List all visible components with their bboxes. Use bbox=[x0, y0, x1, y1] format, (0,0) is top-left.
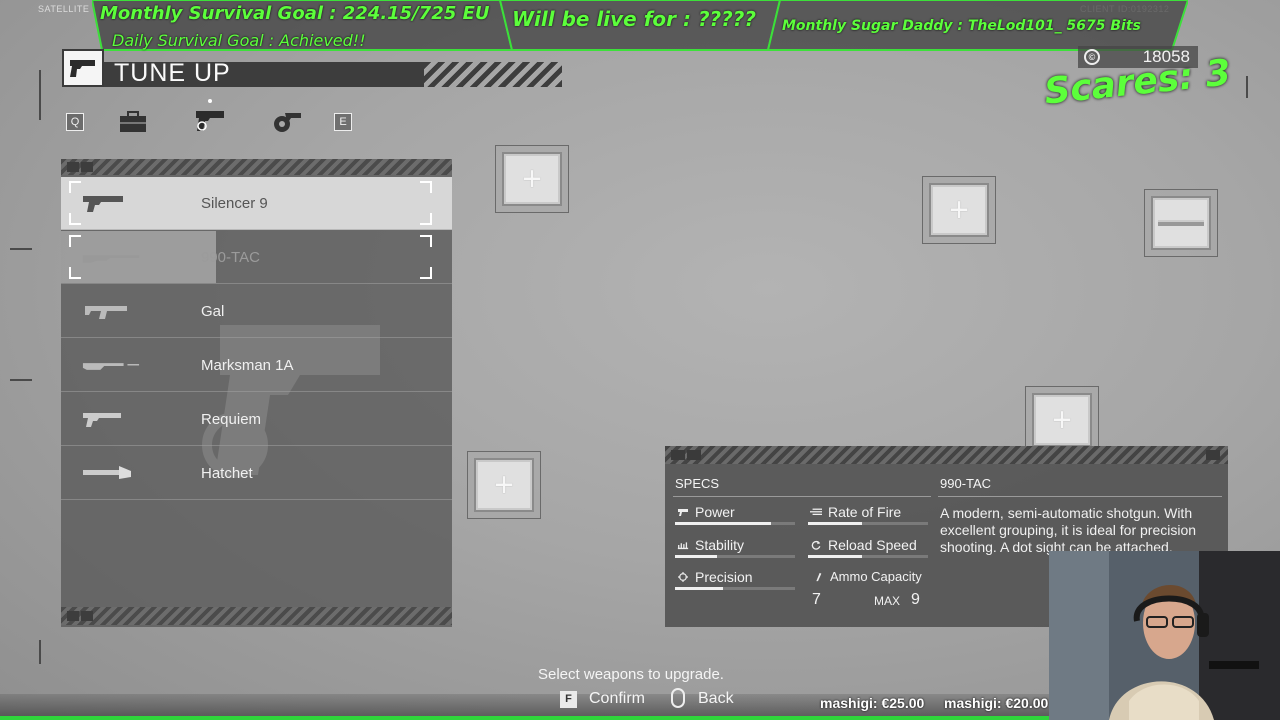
weapon-description: A modern, semi-automatic shotgun. With e… bbox=[940, 505, 1197, 555]
weapon-name: Requiem bbox=[201, 410, 262, 428]
add-slot-icon: + bbox=[1052, 400, 1072, 439]
daily-goal-text: Daily Survival Goal : Achieved!! bbox=[112, 31, 366, 50]
webcam-feed bbox=[1049, 551, 1280, 720]
next-tab-key[interactable]: E bbox=[334, 113, 352, 131]
satellite-label: SATELLITE bbox=[38, 4, 90, 14]
side-decoration bbox=[1246, 76, 1248, 98]
specs-weapon-name: 990-TAC bbox=[940, 476, 992, 491]
weapon-list-bottom-hatch bbox=[61, 607, 452, 625]
ammo-capacity-value: 7 bbox=[812, 591, 821, 608]
weapon-row-marksman-1a[interactable]: Marksman 1A bbox=[61, 339, 452, 392]
back-button[interactable]: Back bbox=[698, 690, 734, 708]
ammo-capacity-stat: Ammo Capacity bbox=[812, 569, 922, 584]
rate-of-fire-stat: Rate of Fire bbox=[810, 504, 901, 520]
header-hatch bbox=[424, 62, 562, 87]
requiem-thumbnail-icon bbox=[81, 409, 141, 429]
specs-divider bbox=[673, 496, 931, 497]
attachment-slot-filled[interactable] bbox=[1144, 189, 1218, 257]
confirm-button[interactable]: Confirm bbox=[589, 690, 645, 708]
donation-ticker-item: mashigi: €20.00 bbox=[944, 695, 1049, 711]
coin-icon: © bbox=[1084, 49, 1100, 65]
gear-weapon-icon[interactable] bbox=[270, 108, 304, 136]
sugar-daddy-text: Monthly Sugar Daddy : TheLod101_ 5675 Bi… bbox=[782, 18, 1141, 34]
attachment-slot[interactable]: + bbox=[922, 176, 996, 244]
stability-label: Stability bbox=[695, 537, 745, 553]
mouse-icon bbox=[671, 688, 685, 708]
weapon-row-gal[interactable]: Gal bbox=[61, 285, 452, 338]
rate-of-fire-bar bbox=[808, 522, 928, 525]
weapon-name: Marksman 1A bbox=[201, 356, 294, 374]
reload-speed-label: Reload Speed bbox=[828, 537, 917, 553]
overlay-bottom-line bbox=[0, 716, 1050, 720]
donation-ticker-item: mashigi: €25.00 bbox=[820, 695, 925, 711]
attachment-slot[interactable]: + bbox=[1025, 386, 1099, 454]
weapon-name: Silencer 9 bbox=[201, 194, 268, 212]
rate-of-fire-icon bbox=[810, 508, 822, 515]
stability-icon bbox=[677, 542, 689, 550]
power-icon bbox=[678, 509, 688, 516]
990-tac-thumbnail-icon bbox=[81, 247, 141, 267]
specs-divider bbox=[938, 496, 1222, 497]
attachment-slot[interactable]: + bbox=[467, 451, 541, 519]
side-decoration bbox=[39, 70, 41, 120]
power-stat: Power bbox=[677, 504, 735, 520]
briefcase-icon[interactable] bbox=[116, 108, 150, 136]
add-slot-icon: + bbox=[522, 159, 542, 198]
pistol-tab-icon[interactable] bbox=[193, 106, 227, 134]
add-slot-icon: + bbox=[494, 465, 514, 504]
header-pistol-icon bbox=[62, 49, 104, 87]
precision-label: Precision bbox=[695, 569, 753, 585]
weapon-row-silencer-9[interactable]: Silencer 9 bbox=[61, 177, 452, 230]
side-decoration bbox=[39, 640, 41, 664]
silencer-9-thumbnail-icon bbox=[81, 193, 141, 213]
power-bar bbox=[675, 522, 795, 525]
ammo-max-value: 9 bbox=[911, 591, 920, 608]
ammo-icon bbox=[816, 572, 822, 581]
weapon-name: Hatchet bbox=[201, 464, 253, 482]
ammo-capacity-label: Ammo Capacity bbox=[830, 569, 922, 584]
ammo-max-label: MAX bbox=[874, 594, 901, 608]
rate-of-fire-label: Rate of Fire bbox=[828, 504, 902, 520]
scares-counter: Scares: 3 bbox=[1042, 52, 1233, 113]
stability-bar bbox=[675, 555, 795, 558]
active-tab-indicator bbox=[208, 99, 212, 103]
confirm-key[interactable]: F bbox=[560, 691, 577, 708]
reload-speed-bar bbox=[808, 555, 928, 558]
weapon-name: 990-TAC bbox=[201, 248, 260, 266]
precision-stat: Precision bbox=[677, 569, 753, 585]
reload-icon bbox=[811, 540, 821, 550]
attachment-slot[interactable]: + bbox=[495, 145, 569, 213]
side-decoration bbox=[10, 248, 32, 250]
gal-thumbnail-icon bbox=[81, 301, 141, 321]
barrel-attachment-icon bbox=[1151, 196, 1211, 250]
weapon-row-hatchet[interactable]: Hatchet bbox=[61, 447, 452, 500]
marksman-1a-thumbnail-icon bbox=[81, 355, 141, 375]
specs-panel-hatch bbox=[665, 446, 1228, 464]
power-label: Power bbox=[695, 504, 735, 520]
precision-icon bbox=[678, 572, 688, 582]
instruction-prompt: Select weapons to upgrade. bbox=[538, 666, 724, 683]
page-title: TUNE UP bbox=[114, 59, 231, 87]
add-slot-icon: + bbox=[949, 190, 969, 229]
hatchet-thumbnail-icon bbox=[81, 463, 141, 483]
prev-tab-key[interactable]: Q bbox=[66, 113, 84, 131]
side-decoration bbox=[10, 379, 32, 381]
weapon-row-990-tac[interactable]: 990-TAC bbox=[61, 231, 452, 284]
live-timer-text: Will be live for : ????? bbox=[512, 7, 756, 31]
weapon-name: Gal bbox=[201, 302, 225, 320]
specs-heading: SPECS bbox=[675, 476, 720, 491]
reload-speed-stat: Reload Speed bbox=[810, 537, 917, 553]
weapon-row-requiem[interactable]: Requiem bbox=[61, 393, 452, 446]
precision-bar bbox=[675, 587, 795, 590]
monthly-goal-text: Monthly Survival Goal : 224.15/725 EU bbox=[100, 3, 490, 24]
stability-stat: Stability bbox=[677, 537, 744, 553]
weapon-list-top-hatch bbox=[61, 159, 452, 175]
